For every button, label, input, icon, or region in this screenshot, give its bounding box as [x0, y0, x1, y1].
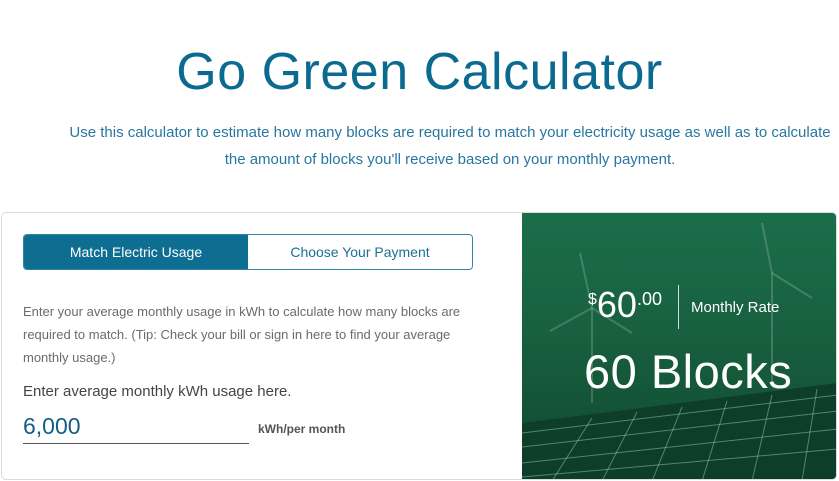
currency-symbol: $	[588, 291, 597, 308]
mode-tabs: Match Electric Usage Choose Your Payment	[23, 234, 473, 270]
monthly-rate-label: Monthly Rate	[690, 299, 780, 316]
page-title: Go Green Calculator	[176, 43, 663, 101]
kwh-input-label: Enter average monthly kWh usage here.	[23, 383, 292, 400]
page-subtitle: Use this calculator to estimate how many…	[69, 124, 831, 168]
kwh-unit-label: kWh/per month	[258, 422, 346, 436]
monthly-price: $ 60 .00	[588, 285, 662, 325]
tab-choose-your-payment[interactable]: Choose Your Payment	[248, 235, 472, 269]
blocks-result: 60 Blocks	[584, 345, 793, 398]
price-cents: .00	[636, 289, 662, 309]
tab-match-electric-usage[interactable]: Match Electric Usage	[24, 235, 248, 269]
calculator-card: Match Electric Usage Choose Your Payment…	[1, 212, 837, 480]
monthly-rate-row: $ 60 .00 Monthly Rate	[588, 285, 779, 329]
price-amount: 60	[596, 284, 637, 325]
kwh-usage-input[interactable]	[23, 410, 249, 444]
result-panel: $ 60 .00 Monthly Rate 60 Blocks	[522, 213, 836, 479]
help-text: Enter your average monthly usage in kWh …	[23, 304, 461, 365]
rate-divider	[677, 285, 679, 329]
